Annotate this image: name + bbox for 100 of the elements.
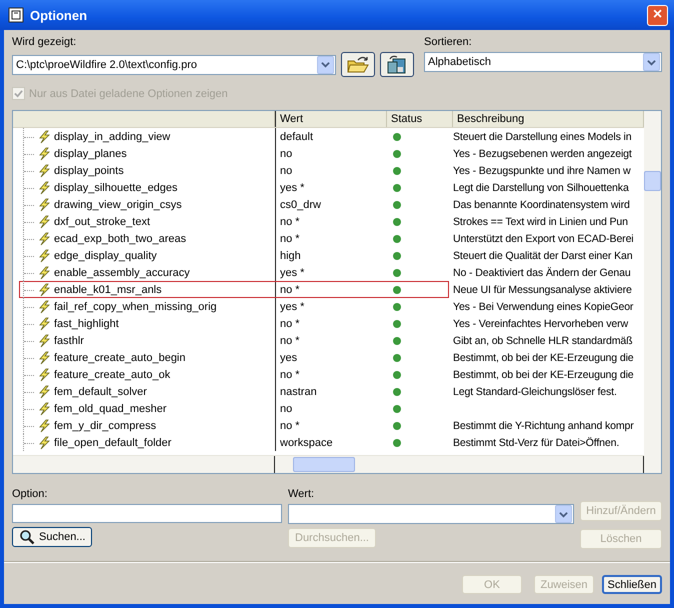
table-row[interactable]: ecad_exp_both_two_areas no * Unterstützt den Export von ECAD-Berei bbox=[13, 230, 644, 247]
option-value: nastran bbox=[280, 386, 317, 398]
search-button[interactable]: Suchen... bbox=[12, 527, 92, 547]
option-name: display_points bbox=[54, 164, 124, 176]
status-dot bbox=[393, 336, 401, 344]
option-value: no * bbox=[280, 232, 300, 244]
column-header[interactable]: Wert bbox=[275, 111, 387, 127]
option-name: display_silhouette_edges bbox=[54, 182, 178, 194]
option-label: Option: bbox=[12, 488, 48, 500]
table-row[interactable]: feature_create_auto_begin yes Bestimmt, ob bei der KE-Erzeugung die bbox=[13, 349, 644, 366]
status-dot bbox=[393, 166, 401, 174]
option-value: no bbox=[280, 148, 292, 160]
status-dot bbox=[393, 150, 401, 158]
option-description: Bestimmt, ob bei der KE-Erzeugung die bbox=[453, 352, 634, 364]
sort-label: Sortieren: bbox=[424, 36, 472, 48]
table-row[interactable]: drawing_view_origin_csys cs0_drw Das benannte Koordinatensystem wird bbox=[13, 196, 644, 213]
config-file-dropdown[interactable]: C:\ptc\proeWildfire 2.0\text\config.pro bbox=[12, 54, 336, 74]
status-dot bbox=[393, 302, 401, 310]
close-dialog-button[interactable]: Schließen bbox=[602, 575, 662, 594]
option-name: fasthlr bbox=[54, 334, 84, 346]
option-value: yes bbox=[280, 352, 298, 364]
status-dot bbox=[393, 234, 401, 242]
status-dot bbox=[393, 320, 401, 328]
option-value: no * bbox=[280, 284, 300, 296]
lightning-icon bbox=[37, 350, 51, 364]
sort-dropdown[interactable]: Alphabetisch bbox=[424, 52, 662, 72]
lightning-icon bbox=[37, 146, 51, 160]
option-name: dxf_out_stroke_text bbox=[54, 216, 150, 228]
lightning-icon bbox=[37, 232, 51, 246]
table-row[interactable]: feature_create_auto_ok no * Bestimmt, ob bei der KE-Erzeugung die bbox=[13, 366, 644, 383]
option-name: feature_create_auto_begin bbox=[54, 352, 186, 364]
option-description: Strokes == Text wird in Linien und Pun bbox=[453, 216, 628, 228]
option-description: Legt Standard-Gleichungslöser fest. bbox=[453, 386, 617, 398]
option-description: Bestimmt Std-Verz für Datei>Öffnen. bbox=[453, 436, 620, 448]
lightning-icon bbox=[37, 368, 51, 382]
option-name: display_in_adding_view bbox=[54, 130, 170, 142]
lightning-icon bbox=[37, 282, 51, 296]
option-description: Yes - Bei Verwendung eines KopieGeor bbox=[453, 300, 634, 312]
option-value: yes * bbox=[280, 266, 304, 278]
lightning-icon bbox=[37, 402, 51, 416]
status-dot bbox=[393, 438, 401, 446]
option-name: fail_ref_copy_when_missing_orig bbox=[54, 300, 217, 312]
window-title: Optionen bbox=[30, 8, 88, 22]
status-dot bbox=[393, 286, 401, 294]
lightning-icon bbox=[37, 130, 51, 144]
lightning-icon bbox=[37, 418, 51, 432]
status-dot bbox=[393, 388, 401, 396]
table-row[interactable]: enable_k01_msr_anls no * Neue UI für Messungsanalyse aktiviere bbox=[13, 281, 644, 298]
close-button[interactable]: × bbox=[647, 4, 668, 26]
option-name: edge_display_quality bbox=[54, 250, 157, 262]
option-value: no * bbox=[280, 216, 300, 228]
lightning-icon bbox=[37, 334, 51, 348]
table-row[interactable]: display_points no Yes - Bezugspunkte und ihre Namen w bbox=[13, 162, 644, 179]
table-row[interactable]: file_open_default_folder workspace Bestimmt Std-Verz für Datei>Öffnen. bbox=[13, 434, 644, 451]
option-value: no * bbox=[280, 334, 300, 346]
lightning-icon bbox=[37, 180, 51, 194]
option-description: Legt die Darstellung von Silhouettenka bbox=[453, 182, 629, 194]
status-dot bbox=[393, 132, 401, 140]
option-name: fem_y_dir_compress bbox=[54, 420, 156, 432]
option-description: Yes - Bezugspunkte und ihre Namen w bbox=[453, 164, 631, 176]
column-header[interactable]: Status bbox=[387, 111, 453, 127]
option-value: workspace bbox=[280, 436, 333, 448]
lightning-icon bbox=[37, 436, 51, 450]
option-value: no * bbox=[280, 368, 300, 380]
table-row[interactable]: fem_y_dir_compress no * Bestimmt die Y-Richtung anhand kompr bbox=[13, 417, 644, 434]
option-input-field[interactable] bbox=[12, 504, 282, 523]
option-name: drawing_view_origin_csys bbox=[54, 198, 182, 210]
open-folder-button[interactable] bbox=[341, 52, 375, 77]
option-description: Unterstützt den Export von ECAD-Berei bbox=[453, 232, 634, 244]
option-value: cs0_drw bbox=[280, 198, 321, 210]
lightning-icon bbox=[37, 164, 51, 178]
option-name: fast_highlight bbox=[54, 318, 119, 330]
lightning-icon bbox=[37, 300, 51, 314]
option-description: Das benannte Koordinatensystem wird bbox=[453, 198, 630, 210]
table-row[interactable]: display_silhouette_edges yes * Legt die Darstellung von Silhouettenka bbox=[13, 179, 644, 196]
table-row[interactable]: display_in_adding_view default Steuert die Darstellung eines Models in bbox=[13, 128, 644, 145]
table-row[interactable]: fem_default_solver nastran Legt Standard-Gleichungslöser fest. bbox=[13, 383, 644, 400]
option-value: yes * bbox=[280, 182, 304, 194]
option-value: high bbox=[280, 250, 301, 262]
table-row[interactable]: display_planes no Yes - Bezugsebenen werden angezeigt bbox=[13, 145, 644, 162]
table-row[interactable]: fail_ref_copy_when_missing_orig yes * Yes - Bei Verwendung eines KopieGeor bbox=[13, 298, 644, 315]
table-row[interactable]: enable_assembly_accuracy yes * No - Deaktiviert das Ändern der Genau bbox=[13, 264, 644, 281]
save-button[interactable] bbox=[380, 52, 414, 77]
option-value: yes * bbox=[280, 300, 304, 312]
value-dropdown[interactable] bbox=[288, 504, 574, 524]
option-name: feature_create_auto_ok bbox=[54, 368, 170, 380]
option-value: no bbox=[280, 164, 292, 176]
table-row[interactable]: fem_old_quad_mesher no bbox=[13, 400, 644, 417]
search-icon bbox=[19, 529, 35, 545]
table-row[interactable]: edge_display_quality high Steuert die Qualität der Darst einer Kan bbox=[13, 247, 644, 264]
table-row[interactable]: dxf_out_stroke_text no * Strokes == Text wird in Linien und Pun bbox=[13, 213, 644, 230]
vertical-scrollbar[interactable] bbox=[644, 111, 661, 473]
status-dot bbox=[393, 404, 401, 412]
option-name: display_planes bbox=[54, 148, 127, 160]
lightning-icon bbox=[37, 214, 51, 228]
lightning-icon bbox=[37, 316, 51, 330]
table-row[interactable]: fasthlr no * Gibt an, ob Schnelle HLR standardmäß bbox=[13, 332, 644, 349]
table-row[interactable]: fast_highlight no * Yes - Vereinfachtes Hervorheben verw bbox=[13, 315, 644, 332]
value-label: Wert: bbox=[288, 488, 314, 500]
status-dot bbox=[393, 268, 401, 276]
